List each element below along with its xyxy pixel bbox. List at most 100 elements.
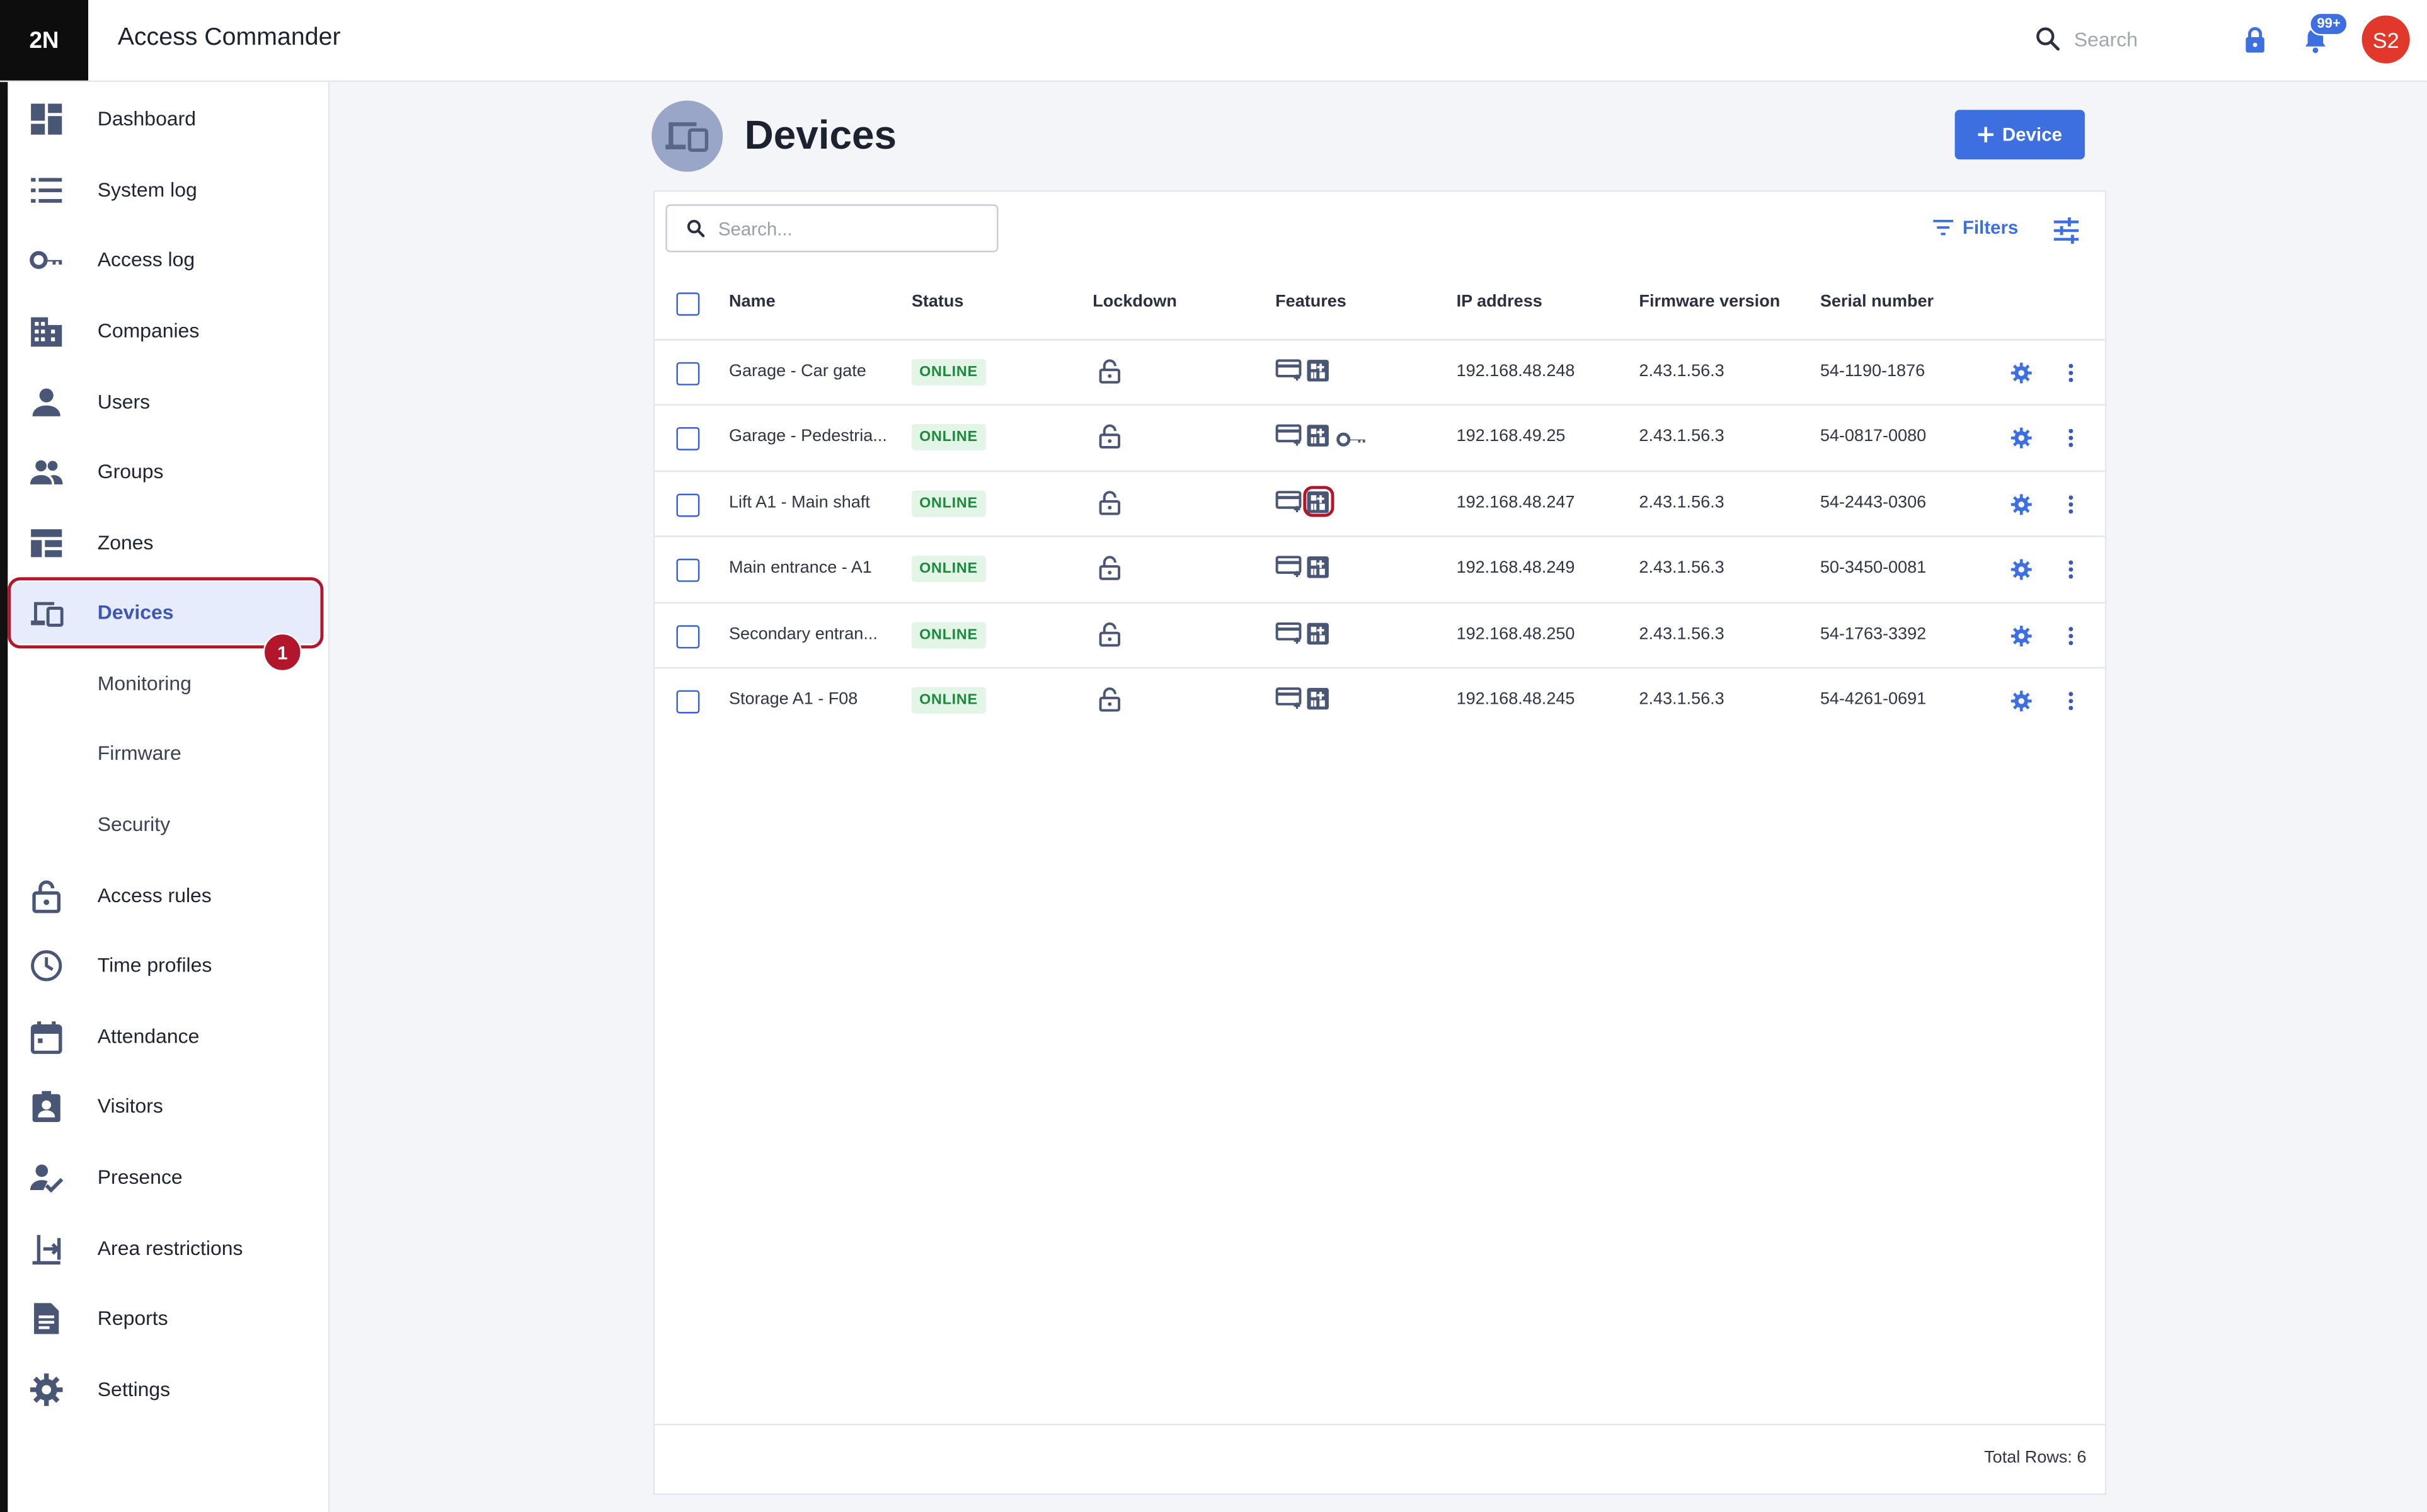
- lockdown-unlocked-icon[interactable]: [1099, 425, 1121, 449]
- gear-icon[interactable]: [2011, 559, 2032, 580]
- gear-icon[interactable]: [2011, 362, 2032, 384]
- calendar-icon: [30, 1021, 62, 1054]
- filters-label: Filters: [1962, 216, 2019, 239]
- global-search-input[interactable]: Search: [2074, 27, 2138, 50]
- card-reader-icon: [1275, 490, 1302, 512]
- sidebar-item-time-profiles[interactable]: Time profiles: [8, 935, 322, 997]
- sidebar-item-label: Presence: [97, 1165, 183, 1189]
- select-all-checkbox[interactable]: [676, 292, 700, 316]
- sidebar-item-attendance[interactable]: Attendance: [8, 1006, 322, 1068]
- lockdown-unlocked-icon[interactable]: [1099, 622, 1121, 646]
- table-row[interactable]: Lift A1 - Main shaft ONLINE 192.168.48.2…: [655, 470, 2105, 537]
- gear-icon[interactable]: [2011, 624, 2032, 646]
- more-vertical-icon[interactable]: [2066, 428, 2075, 449]
- sidebar-item-users[interactable]: Users: [8, 372, 322, 433]
- row-checkbox[interactable]: [676, 362, 700, 386]
- area-restriction-icon: [32, 1235, 61, 1265]
- serial-number: 54-1763-3392: [1820, 624, 1927, 643]
- device-name[interactable]: Main entrance - A1: [729, 559, 872, 577]
- sidebar-item-zones[interactable]: Zones: [8, 512, 322, 574]
- zones-icon: [31, 529, 62, 558]
- table-row[interactable]: Secondary entran... ONLINE 192.168.48.25…: [655, 601, 2105, 668]
- row-checkbox[interactable]: [676, 624, 700, 648]
- sidebar-item-visitors[interactable]: Visitors: [8, 1075, 322, 1137]
- gear-icon: [30, 1373, 63, 1406]
- status-badge: ONLINE: [911, 687, 986, 714]
- sidebar-item-dashboard[interactable]: Dashboard: [8, 88, 322, 150]
- gear-icon[interactable]: [2011, 690, 2032, 712]
- card-reader-icon: [1275, 687, 1302, 709]
- sidebar-item-access-rules[interactable]: Access rules: [8, 865, 322, 927]
- ip-address: 192.168.48.250: [1456, 624, 1575, 643]
- more-vertical-icon[interactable]: [2066, 624, 2075, 646]
- global-search[interactable]: Search: [2034, 25, 2138, 52]
- visitor-badge-icon: [32, 1091, 60, 1122]
- lockdown-unlocked-icon[interactable]: [1099, 687, 1121, 712]
- firmware-version: 2.43.1.56.3: [1639, 362, 1724, 381]
- filter-icon: [1933, 219, 1954, 236]
- more-vertical-icon[interactable]: [2066, 559, 2075, 580]
- row-checkbox[interactable]: [676, 559, 700, 583]
- group-icon: [30, 460, 63, 484]
- column-header-serial[interactable]: Serial number: [1820, 292, 1934, 311]
- filters-button[interactable]: Filters: [1933, 217, 2018, 238]
- sidebar-item-groups[interactable]: Groups: [8, 441, 322, 503]
- sidebar-item-label: Security: [97, 812, 171, 836]
- table-row[interactable]: Main entrance - A1 ONLINE 192.168.48.249…: [655, 536, 2105, 602]
- column-header-status[interactable]: Status: [912, 292, 964, 311]
- more-vertical-icon[interactable]: [2066, 690, 2075, 712]
- row-checkbox[interactable]: [676, 427, 700, 451]
- table-row[interactable]: Storage A1 - F08 ONLINE 192.168.48.245 2…: [655, 667, 2105, 734]
- row-checkbox[interactable]: [676, 493, 700, 517]
- add-device-label: Device: [2002, 123, 2062, 146]
- sidebar-item-system-log[interactable]: System log: [8, 159, 322, 221]
- add-device-button[interactable]: Device: [1954, 110, 2085, 160]
- table-row[interactable]: Garage - Car gate ONLINE 192.168.48.248 …: [655, 338, 2105, 406]
- sidebar-subitem-firmware[interactable]: Firmware: [8, 723, 322, 784]
- column-header-lockdown[interactable]: Lockdown: [1093, 292, 1177, 311]
- table-search[interactable]: [665, 204, 999, 253]
- devices-icon: [665, 122, 709, 152]
- gear-icon[interactable]: [2011, 493, 2032, 515]
- column-header-features[interactable]: Features: [1275, 292, 1346, 311]
- sidebar-item-settings[interactable]: Settings: [8, 1359, 322, 1421]
- sidebar-subitem-security[interactable]: Security: [8, 794, 322, 856]
- device-name[interactable]: Secondary entran...: [729, 624, 878, 643]
- serial-number: 54-2443-0306: [1820, 493, 1927, 512]
- ip-address: 192.168.48.249: [1456, 559, 1575, 578]
- device-name[interactable]: Garage - Car gate: [729, 362, 866, 381]
- sidebar-item-reports[interactable]: Reports: [8, 1288, 322, 1349]
- sidebar-item-area-restrictions[interactable]: Area restrictions: [8, 1218, 322, 1280]
- sidebar-item-label: Firmware: [97, 741, 181, 765]
- lock-icon[interactable]: [2242, 26, 2267, 54]
- step-marker: 1: [263, 633, 302, 672]
- firmware-version: 2.43.1.56.3: [1639, 427, 1724, 447]
- column-header-name[interactable]: Name: [729, 292, 776, 311]
- device-name[interactable]: Garage - Pedestria...: [729, 428, 887, 446]
- report-icon: [34, 1303, 59, 1334]
- status-badge: ONLINE: [911, 621, 986, 648]
- sidebar-item-label: Visitors: [97, 1094, 163, 1118]
- sidebar-item-presence[interactable]: Presence: [8, 1147, 322, 1208]
- app-logo[interactable]: 2N: [0, 0, 89, 81]
- table-search-input[interactable]: [714, 215, 985, 241]
- avatar[interactable]: S2: [2361, 15, 2410, 64]
- table-row[interactable]: Garage - Pedestria... ONLINE 192.168.49.…: [655, 404, 2105, 471]
- more-vertical-icon[interactable]: [2066, 362, 2075, 384]
- device-name[interactable]: Lift A1 - Main shaft: [729, 493, 870, 512]
- sidebar-item-access-log[interactable]: Access log: [8, 229, 322, 291]
- more-vertical-icon[interactable]: [2066, 493, 2075, 515]
- column-header-ip[interactable]: IP address: [1457, 292, 1542, 311]
- device-name[interactable]: Storage A1 - F08: [729, 690, 858, 709]
- sidebar-item-label: Users: [97, 390, 151, 413]
- row-checkbox[interactable]: [676, 690, 700, 714]
- gear-icon[interactable]: [2011, 428, 2032, 449]
- column-settings-icon[interactable]: [2052, 217, 2080, 244]
- status-badge: ONLINE: [911, 425, 986, 451]
- lockdown-unlocked-icon[interactable]: [1099, 556, 1121, 581]
- column-header-firmware[interactable]: Firmware version: [1639, 292, 1780, 311]
- firmware-version: 2.43.1.56.3: [1639, 559, 1724, 578]
- sidebar-item-companies[interactable]: Companies: [8, 301, 322, 362]
- lockdown-unlocked-icon[interactable]: [1099, 359, 1121, 384]
- lockdown-unlocked-icon[interactable]: [1099, 490, 1121, 515]
